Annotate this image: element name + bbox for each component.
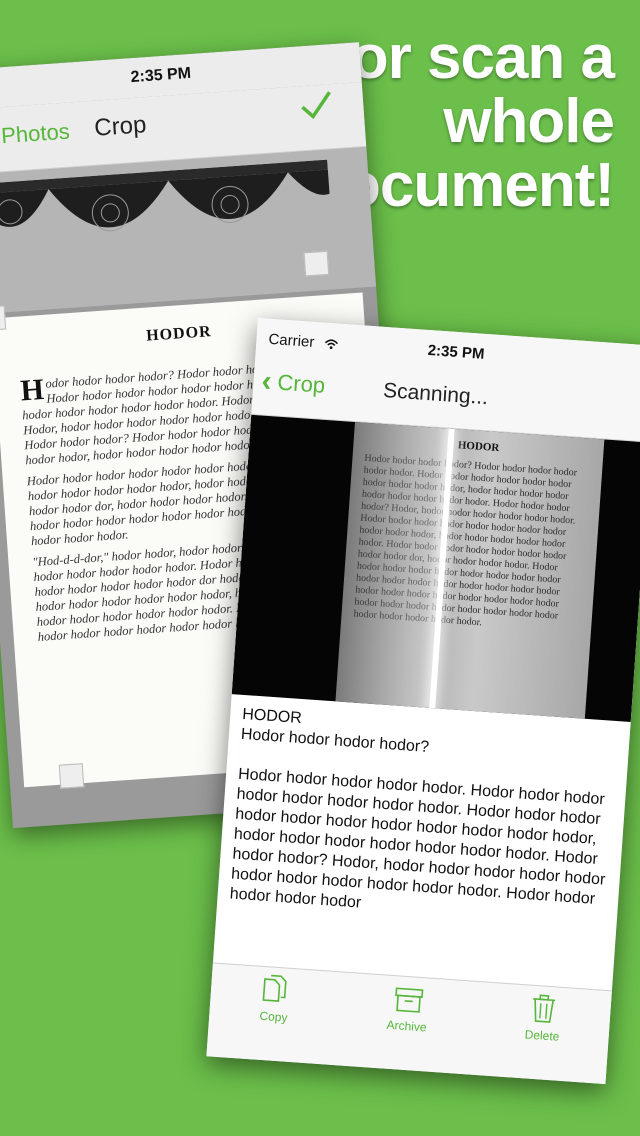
crop-handle[interactable]: [58, 763, 85, 789]
copy-label: Copy: [259, 1008, 288, 1025]
photo-background: [0, 146, 377, 315]
copy-button[interactable]: Copy: [258, 973, 291, 1025]
archive-label: Archive: [386, 1017, 428, 1035]
lace-ornament: [0, 159, 334, 232]
chevron-left-icon: ‹: [260, 364, 273, 399]
back-button[interactable]: ed Photos: [0, 119, 71, 152]
archive-button[interactable]: Archive: [386, 982, 429, 1035]
delete-label: Delete: [524, 1027, 560, 1044]
copy-icon: [262, 974, 287, 1002]
ocr-text[interactable]: HODOR Hodor hodor hodor hodor? Hodor hod…: [212, 694, 631, 1007]
status-time: 2:35 PM: [130, 64, 192, 87]
nav-title: Scanning...: [382, 378, 489, 410]
scanned-page: HODOR Hodor hodor hodor hodor? Hodor hod…: [335, 422, 605, 719]
scan-preview: HODOR Hodor hodor hodor hodor? Hodor hod…: [231, 414, 640, 722]
nav-title: Crop: [93, 111, 148, 142]
archive-icon: [394, 987, 423, 1013]
back-button[interactable]: ‹ Crop: [260, 364, 327, 399]
dropcap: H: [19, 372, 45, 408]
crop-handle[interactable]: [303, 250, 330, 277]
scanning-screen: Carrier 2:35 PM ‹ Crop Scanning... HODOR…: [206, 318, 640, 1085]
checkmark-icon[interactable]: [298, 86, 335, 133]
back-label: Crop: [276, 369, 327, 398]
trash-icon: [533, 994, 556, 1023]
ocr-body: Hodor hodor hodor hodor hodor. Hodor hod…: [229, 765, 606, 912]
delete-button[interactable]: Delete: [524, 991, 562, 1044]
